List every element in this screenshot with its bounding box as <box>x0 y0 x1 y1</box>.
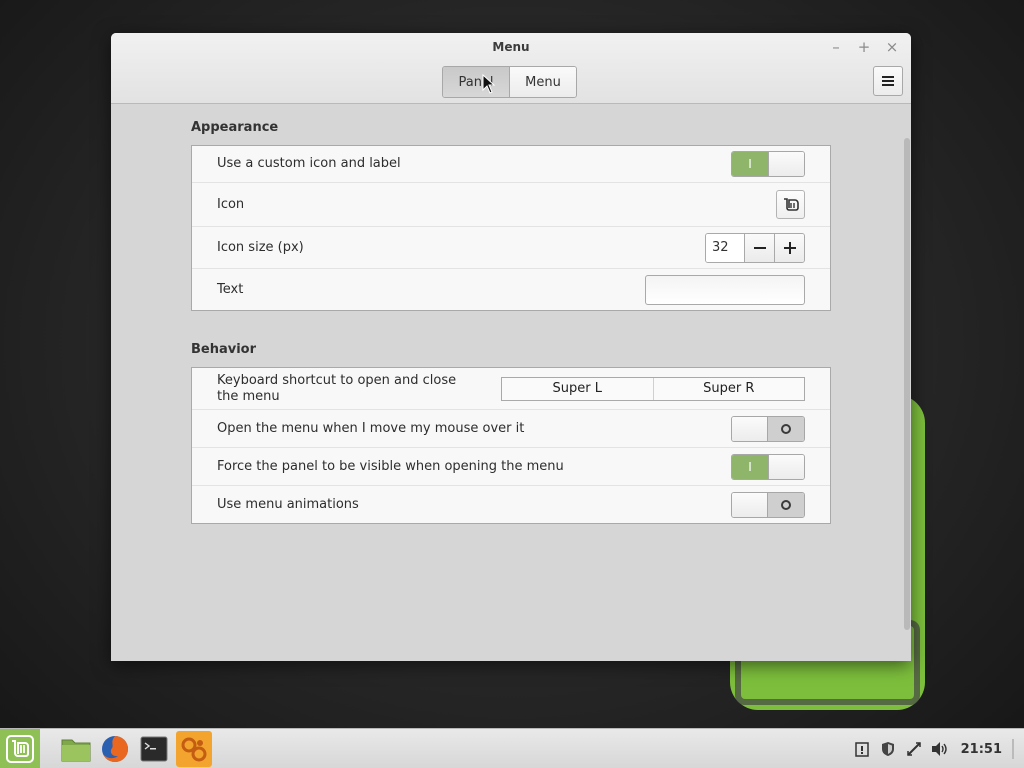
tab-menu[interactable]: Menu <box>509 67 576 97</box>
main-menu-button[interactable] <box>0 728 40 768</box>
settings-icon <box>181 737 207 761</box>
icon-size-label: Icon size (px) <box>217 239 304 255</box>
firefox-launcher[interactable] <box>97 731 133 767</box>
behavior-heading: Behavior <box>191 342 257 357</box>
text-row: Text <box>192 269 830 310</box>
appearance-heading: Appearance <box>191 120 279 135</box>
switch-knob <box>767 152 804 176</box>
hover-open-row: Open the menu when I move my mouse over … <box>192 410 830 448</box>
window-controls: – + × <box>825 38 903 56</box>
force-panel-row: Force the panel to be visible when openi… <box>192 448 830 486</box>
switch-knob <box>732 492 769 517</box>
switch-on-indicator: I <box>732 454 768 479</box>
custom-icon-label: Use a custom icon and label <box>217 156 401 171</box>
switch-knob <box>732 416 769 441</box>
terminal-launcher[interactable] <box>136 731 172 767</box>
firefox-icon <box>102 735 128 762</box>
keybinding-widget: Super L Super R <box>501 376 805 401</box>
switch-off-indicator <box>768 492 804 517</box>
network-disconnected-icon <box>906 742 921 756</box>
header-bar: Menu – + × Panel Menu <box>111 33 911 104</box>
files-icon <box>61 739 91 761</box>
behavior-frame: Keyboard shortcut to open and close the … <box>191 367 831 524</box>
animations-row: Use menu animations <box>192 486 830 523</box>
clipboard-alert-icon <box>854 742 869 757</box>
off-circle-icon <box>781 499 791 510</box>
hover-open-label: Open the menu when I move my mouse over … <box>217 420 525 436</box>
animations-switch[interactable] <box>731 491 805 518</box>
terminal-icon <box>140 736 168 761</box>
mint-logo-icon <box>6 734 34 763</box>
volume-icon <box>931 742 947 756</box>
separator-handle <box>1012 739 1014 759</box>
text-field[interactable] <box>645 274 805 305</box>
force-panel-switch[interactable]: I <box>731 453 805 480</box>
volume-tray[interactable] <box>931 740 949 758</box>
increment-button[interactable] <box>774 233 804 262</box>
decrement-button[interactable] <box>744 233 774 262</box>
settings-content: Appearance Use a custom icon and label I… <box>111 104 911 661</box>
switch-knob <box>767 454 804 479</box>
shortcut-row: Keyboard shortcut to open and close the … <box>192 368 830 410</box>
clock[interactable]: 21:51 <box>961 742 1002 757</box>
custom-icon-row: Use a custom icon and label I <box>192 146 830 183</box>
plus-icon <box>783 241 796 254</box>
icon-label: Icon <box>217 196 245 212</box>
icon-row: Icon <box>192 183 830 227</box>
animations-label: Use menu animations <box>217 496 359 512</box>
network-tray[interactable] <box>905 740 923 758</box>
hamburger-menu-button[interactable] <box>873 66 903 96</box>
maximize-button[interactable]: + <box>853 38 875 56</box>
icon-size-input[interactable] <box>706 233 744 262</box>
icon-chooser-button[interactable] <box>776 190 805 219</box>
window-title: Menu <box>492 40 530 54</box>
shortcut-label: Keyboard shortcut to open and close the … <box>217 372 457 404</box>
settings-launcher[interactable] <box>176 730 212 767</box>
system-tray: 21:51 <box>853 729 1016 768</box>
appearance-frame: Use a custom icon and label I Icon Icon … <box>191 145 831 311</box>
switch-on-indicator: I <box>732 152 768 176</box>
stack-switcher: Panel Menu <box>442 66 577 98</box>
taskbar: 21:51 <box>0 728 1024 768</box>
force-panel-label: Force the panel to be visible when openi… <box>217 458 564 474</box>
shortcut-primary[interactable]: Super L <box>502 378 653 400</box>
minimize-button[interactable]: – <box>825 38 847 56</box>
hamburger-icon <box>882 76 894 86</box>
close-button[interactable]: × <box>881 38 903 56</box>
custom-icon-switch[interactable]: I <box>731 151 805 177</box>
mouse-cursor-icon <box>482 74 496 94</box>
off-circle-icon <box>781 423 791 434</box>
hover-open-switch[interactable] <box>731 415 805 442</box>
settings-window: Menu – + × Panel Menu Appearance Use a c… <box>111 33 911 661</box>
update-manager-tray[interactable] <box>853 740 871 758</box>
minus-icon <box>753 246 766 249</box>
text-label: Text <box>217 281 244 297</box>
switch-off-indicator <box>768 416 804 441</box>
shortcut-secondary[interactable]: Super R <box>652 377 805 400</box>
icon-size-spinbutton <box>705 232 805 263</box>
files-launcher[interactable] <box>58 731 94 767</box>
show-desktop-button[interactable] <box>1010 739 1016 759</box>
tab-panel[interactable]: Panel <box>443 67 509 97</box>
icon-size-row: Icon size (px) <box>192 227 830 269</box>
shield-icon <box>881 742 894 756</box>
shield-tray[interactable] <box>879 740 897 758</box>
vertical-scrollbar[interactable] <box>904 138 910 630</box>
mint-logo-icon <box>783 197 799 211</box>
